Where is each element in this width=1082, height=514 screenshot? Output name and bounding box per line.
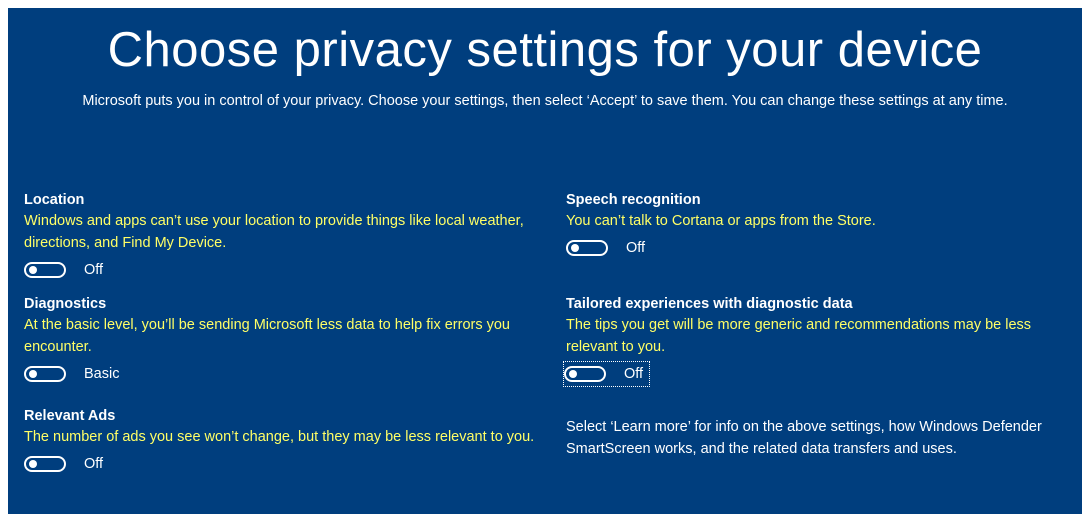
setting-speech-recognition: Speech recognition You can’t talk to Cor… xyxy=(566,190,1082,294)
setting-description-diagnostics: At the basic level, you’ll be sending Mi… xyxy=(24,317,510,355)
toggle-knob xyxy=(29,370,37,378)
right-column: Speech recognition You can’t talk to Cor… xyxy=(562,190,1082,460)
left-column: Location Windows and apps can’t use your… xyxy=(24,190,559,477)
toggle-state-relevant-ads: Off xyxy=(84,456,104,472)
speech-recognition-toggle[interactable] xyxy=(566,240,608,256)
toggle-row-diagnostics: Basic xyxy=(24,361,559,387)
relevant-ads-toggle[interactable] xyxy=(24,456,66,472)
setting-title-relevant-ads: Relevant Ads xyxy=(24,408,116,424)
diagnostics-toggle[interactable] xyxy=(24,366,66,382)
privacy-settings-panel: Choose privacy settings for your device … xyxy=(8,8,1082,514)
tailored-experiences-toggle[interactable] xyxy=(564,366,606,382)
toggle-row-relevant-ads: Off xyxy=(24,451,559,477)
page-subtitle: Microsoft puts you in control of your pr… xyxy=(82,93,1008,109)
focus-ring: Off xyxy=(562,361,651,387)
toggle-state-location: Off xyxy=(84,262,104,278)
toggle-state-tailored: Off xyxy=(624,366,644,382)
toggle-state-diagnostics: Basic xyxy=(84,366,120,382)
toggle-state-speech: Off xyxy=(626,240,646,256)
page-title: Choose privacy settings for your device xyxy=(107,23,983,77)
toggle-knob xyxy=(571,244,579,252)
setting-tailored-experiences: Tailored experiences with diagnostic dat… xyxy=(562,294,1082,406)
location-toggle[interactable] xyxy=(24,262,66,278)
setting-diagnostics: Diagnostics At the basic level, you’ll b… xyxy=(24,294,559,406)
toggle-row-tailored: Off xyxy=(562,361,1082,387)
toggle-knob xyxy=(29,266,37,274)
learn-more-info: Select ‘Learn more’ for info on the abov… xyxy=(566,419,1042,457)
setting-description-tailored: The tips you get will be more generic an… xyxy=(566,317,1032,355)
setting-location: Location Windows and apps can’t use your… xyxy=(24,190,559,294)
header: Choose privacy settings for your device … xyxy=(8,8,1082,112)
toggle-row-speech: Off xyxy=(566,235,1082,261)
setting-description-location: Windows and apps can’t use your location… xyxy=(24,213,524,251)
setting-relevant-ads: Relevant Ads The number of ads you see w… xyxy=(24,406,559,477)
toggle-row-location: Off xyxy=(24,257,559,283)
setting-title-speech: Speech recognition xyxy=(566,192,701,208)
setting-description-speech: You can’t talk to Cortana or apps from t… xyxy=(566,213,876,229)
toggle-knob xyxy=(569,370,577,378)
setting-title-location: Location xyxy=(24,192,85,208)
setting-title-tailored: Tailored experiences with diagnostic dat… xyxy=(566,296,853,312)
toggle-knob xyxy=(29,460,37,468)
setting-title-diagnostics: Diagnostics xyxy=(24,296,107,312)
setting-description-relevant-ads: The number of ads you see won’t change, … xyxy=(24,429,535,445)
